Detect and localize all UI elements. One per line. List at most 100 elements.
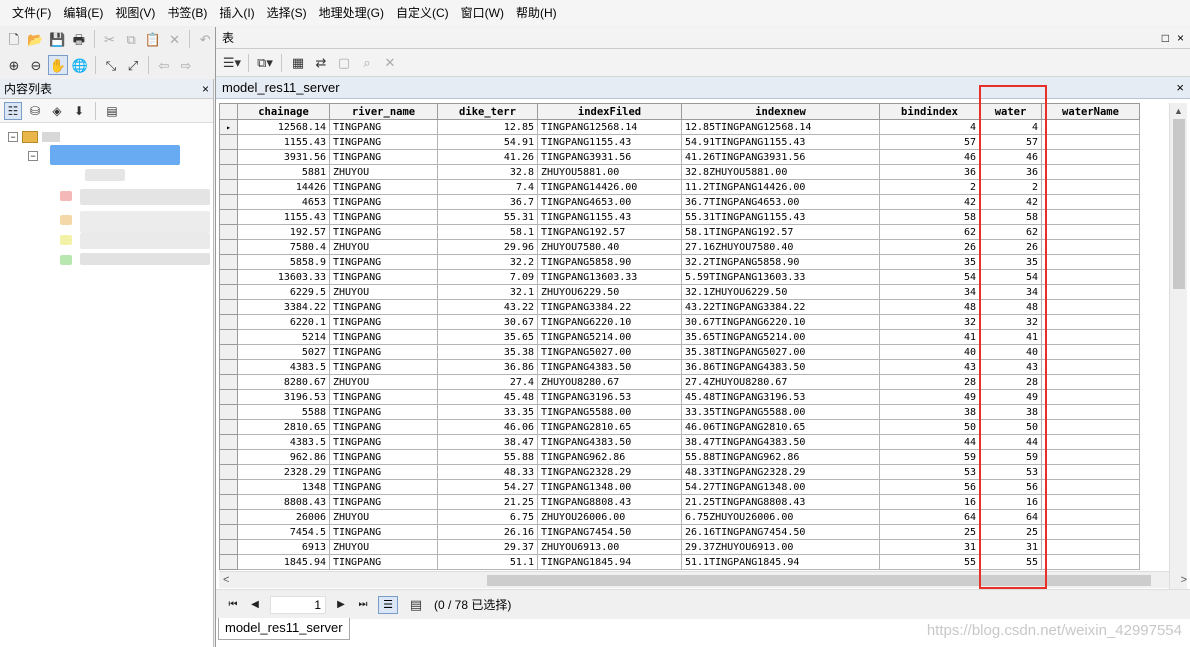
table-cell-water[interactable]: 42 xyxy=(979,194,1042,210)
table-row[interactable]: 5027 TINGPANG 35.38 TINGPANG5027.00 35.38TIN… xyxy=(219,344,1140,360)
table-cell-river_name[interactable]: TINGPANG xyxy=(329,344,438,360)
table-row[interactable]: 1348 TINGPANG 54.27 TINGPANG1348.00 54.27TIN… xyxy=(219,479,1140,495)
column-header-chainage[interactable]: chainage xyxy=(237,103,330,120)
globe-icon[interactable]: 🌐 xyxy=(70,55,90,75)
table-cell-chainage[interactable]: 3931.56 xyxy=(237,149,330,165)
zoom-to-selected-icon[interactable]: ⌕ xyxy=(357,53,377,73)
table-cell-chainage[interactable]: 4653 xyxy=(237,194,330,210)
table-cell-bindindex[interactable]: 42 xyxy=(879,194,980,210)
paste-icon[interactable]: 📋 xyxy=(143,29,163,49)
table-cell-indexfiled[interactable]: TINGPANG8808.43 xyxy=(537,494,682,510)
table-cell-watername[interactable] xyxy=(1041,389,1140,405)
table-cell-indexfiled[interactable]: TINGPANG14426.00 xyxy=(537,179,682,195)
table-cell-indexnew[interactable]: 32.2TINGPANG5858.90 xyxy=(681,254,880,270)
table-cell-indexnew[interactable]: 36.86TINGPANG4383.50 xyxy=(681,359,880,375)
row-selector-header[interactable] xyxy=(219,103,238,120)
row-selector[interactable] xyxy=(219,194,238,210)
table-cell-indexnew[interactable]: 46.06TINGPANG2810.65 xyxy=(681,419,880,435)
table-row[interactable]: 4383.5 TINGPANG 36.86 TINGPANG4383.50 36.86T… xyxy=(219,359,1140,375)
table-cell-bindindex[interactable]: 58 xyxy=(879,209,980,225)
menu-item[interactable]: 地理处理(G) xyxy=(313,0,390,26)
table-cell-water[interactable]: 26 xyxy=(979,239,1042,255)
table-cell-water[interactable]: 55 xyxy=(979,554,1042,570)
table-cell-river_name[interactable]: ZHUYOU xyxy=(329,284,438,300)
table-cell-chainage[interactable]: 5881 xyxy=(237,164,330,180)
fixed-zoom-out-icon[interactable]: ⤢ xyxy=(123,55,143,75)
select-by-attributes-icon[interactable]: ▦ xyxy=(288,53,308,73)
close-table-icon[interactable]: × xyxy=(1176,80,1184,95)
list-by-selection-icon[interactable]: ⬇ xyxy=(70,102,88,120)
table-row[interactable]: 14426 TINGPANG 7.4 TINGPANG14426.00 11.2TING… xyxy=(219,179,1140,195)
table-cell-dike_terr[interactable]: 35.65 xyxy=(437,329,538,345)
table-cell-water[interactable]: 31 xyxy=(979,539,1042,555)
table-cell-indexnew[interactable]: 43.22TINGPANG3384.22 xyxy=(681,299,880,315)
menu-item[interactable]: 窗口(W) xyxy=(455,0,510,26)
table-row[interactable]: 8280.67 ZHUYOU 27.4 ZHUYOU8280.67 27.4ZHUYOU… xyxy=(219,374,1140,390)
table-cell-indexfiled[interactable]: TINGPANG1845.94 xyxy=(537,554,682,570)
table-cell-chainage[interactable]: 6220.1 xyxy=(237,314,330,330)
table-cell-bindindex[interactable]: 41 xyxy=(879,329,980,345)
table-cell-indexfiled[interactable]: TINGPANG1155.43 xyxy=(537,209,682,225)
table-cell-bindindex[interactable]: 16 xyxy=(879,494,980,510)
table-row[interactable]: 5588 TINGPANG 33.35 TINGPANG5588.00 33.35TIN… xyxy=(219,404,1140,420)
table-cell-river_name[interactable]: TINGPANG xyxy=(329,479,438,495)
table-cell-indexnew[interactable]: 32.1ZHUYOU6229.50 xyxy=(681,284,880,300)
table-cell-indexfiled[interactable]: TINGPANG1155.43 xyxy=(537,134,682,150)
column-header-water[interactable]: water xyxy=(979,103,1042,120)
table-cell-water[interactable]: 62 xyxy=(979,224,1042,240)
table-row[interactable]: 7580.4 ZHUYOU 29.96 ZHUYOU7580.40 27.16ZHUYO… xyxy=(219,239,1140,255)
table-cell-water[interactable]: 32 xyxy=(979,314,1042,330)
save-icon[interactable]: 💾 xyxy=(47,29,67,49)
table-cell-dike_terr[interactable]: 36.86 xyxy=(437,359,538,375)
table-cell-indexnew[interactable]: 38.47TINGPANG4383.50 xyxy=(681,434,880,450)
table-cell-watername[interactable] xyxy=(1041,359,1140,375)
new-icon[interactable]: 🗋 xyxy=(4,29,24,49)
table-row[interactable]: 962.86 TINGPANG 55.88 TINGPANG962.86 55.88TI… xyxy=(219,449,1140,465)
table-cell-indexfiled[interactable]: TINGPANG6220.10 xyxy=(537,314,682,330)
table-cell-watername[interactable] xyxy=(1041,254,1140,270)
row-selector[interactable] xyxy=(219,494,238,510)
back-icon[interactable]: ⇦ xyxy=(154,55,174,75)
table-cell-chainage[interactable]: 2328.29 xyxy=(237,464,330,480)
table-row[interactable]: 7454.5 TINGPANG 26.16 TINGPANG7454.50 26.16T… xyxy=(219,524,1140,540)
table-cell-dike_terr[interactable]: 30.67 xyxy=(437,314,538,330)
row-selector[interactable] xyxy=(219,314,238,330)
table-cell-dike_terr[interactable]: 54.91 xyxy=(437,134,538,150)
table-cell-water[interactable]: 64 xyxy=(979,509,1042,525)
table-cell-water[interactable]: 35 xyxy=(979,254,1042,270)
table-cell-indexfiled[interactable]: ZHUYOU8280.67 xyxy=(537,374,682,390)
table-cell-dike_terr[interactable]: 7.4 xyxy=(437,179,538,195)
table-row[interactable]: 13603.33 TINGPANG 7.09 TINGPANG13603.33 5.59… xyxy=(219,269,1140,285)
table-cell-water[interactable]: 49 xyxy=(979,389,1042,405)
table-cell-water[interactable]: 28 xyxy=(979,374,1042,390)
table-row[interactable]: 3931.56 TINGPANG 41.26 TINGPANG3931.56 41.26… xyxy=(219,149,1140,165)
table-cell-chainage[interactable]: 8808.43 xyxy=(237,494,330,510)
table-cell-chainage[interactable]: 12568.14 xyxy=(237,119,330,135)
table-row[interactable]: 6913 ZHUYOU 29.37 ZHUYOU6913.00 29.37ZHUYOU6… xyxy=(219,539,1140,555)
table-row[interactable]: 5881 ZHUYOU 32.8 ZHUYOU5881.00 32.8ZHUYOU588… xyxy=(219,164,1140,180)
table-row[interactable]: 3196.53 TINGPANG 45.48 TINGPANG3196.53 45.48… xyxy=(219,389,1140,405)
table-cell-indexfiled[interactable]: TINGPANG13603.33 xyxy=(537,269,682,285)
table-cell-water[interactable]: 53 xyxy=(979,464,1042,480)
table-cell-indexnew[interactable]: 26.16TINGPANG7454.50 xyxy=(681,524,880,540)
table-cell-dike_terr[interactable]: 29.96 xyxy=(437,239,538,255)
table-cell-indexfiled[interactable]: TINGPANG192.57 xyxy=(537,224,682,240)
table-cell-bindindex[interactable]: 4 xyxy=(879,119,980,135)
table-cell-watername[interactable] xyxy=(1041,224,1140,240)
table-row[interactable]: 4653 TINGPANG 36.7 TINGPANG4653.00 36.7TINGP… xyxy=(219,194,1140,210)
row-selector[interactable] xyxy=(219,209,238,225)
table-cell-indexfiled[interactable]: TINGPANG4383.50 xyxy=(537,434,682,450)
table-cell-indexfiled[interactable]: TINGPANG2810.65 xyxy=(537,419,682,435)
table-cell-chainage[interactable]: 7580.4 xyxy=(237,239,330,255)
table-cell-chainage[interactable]: 26006 xyxy=(237,509,330,525)
table-cell-river_name[interactable]: TINGPANG xyxy=(329,554,438,570)
table-cell-river_name[interactable]: ZHUYOU xyxy=(329,509,438,525)
table-cell-indexfiled[interactable]: TINGPANG5588.00 xyxy=(537,404,682,420)
table-options-icon[interactable]: ☰▾ xyxy=(222,53,242,73)
list-by-visibility-icon[interactable]: ◈ xyxy=(48,102,66,120)
table-cell-indexfiled[interactable]: ZHUYOU7580.40 xyxy=(537,239,682,255)
table-cell-indexnew[interactable]: 35.38TINGPANG5027.00 xyxy=(681,344,880,360)
menu-item[interactable]: 文件(F) xyxy=(6,0,57,26)
table-cell-indexnew[interactable]: 12.85TINGPANG12568.14 xyxy=(681,119,880,135)
table-cell-chainage[interactable]: 5858.9 xyxy=(237,254,330,270)
